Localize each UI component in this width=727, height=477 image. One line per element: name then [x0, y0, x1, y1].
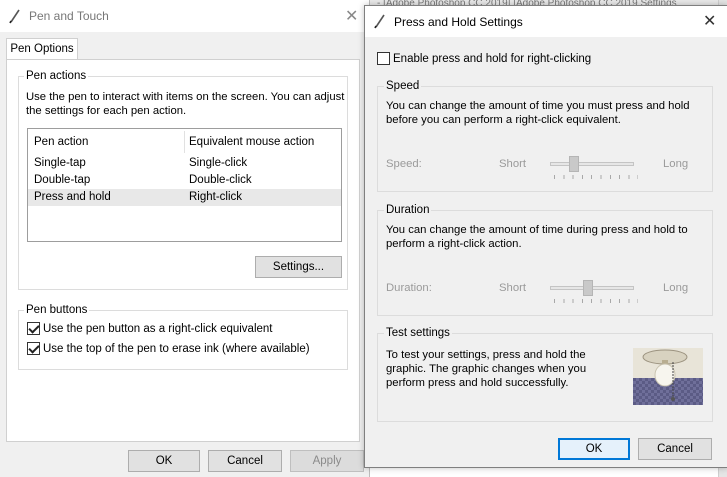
- right-click-option[interactable]: Use the pen button as a right-click equi…: [27, 322, 273, 335]
- mouse-action-cell: Single-click: [189, 157, 248, 169]
- speed-slider-track[interactable]: [550, 162, 634, 166]
- pen-icon: [373, 13, 387, 32]
- table-row[interactable]: Double-tap Double-click: [28, 172, 341, 189]
- speed-description: You can change the amount of time you mu…: [386, 100, 690, 126]
- column-header-mouse-action[interactable]: Equivalent mouse action: [189, 136, 314, 148]
- table-header: Pen action Equivalent mouse action: [28, 129, 341, 155]
- column-divider: [184, 131, 185, 153]
- table-row-selected[interactable]: Press and hold Right-click: [28, 189, 341, 206]
- cancel-button[interactable]: Cancel: [638, 438, 712, 460]
- erase-ink-option-label: Use the top of the pen to erase ink (whe…: [43, 342, 310, 355]
- duration-slider-thumb[interactable]: [583, 280, 594, 296]
- pen-actions-description: Use the pen to interact with items on th…: [26, 91, 345, 117]
- press-and-hold-titlebar: Press and Hold Settings ✕: [365, 6, 727, 37]
- erase-ink-checkbox[interactable]: [27, 342, 40, 355]
- column-header-pen-action[interactable]: Pen action: [34, 136, 88, 148]
- close-icon[interactable]: ✕: [345, 6, 358, 26]
- pen-action-cell: Double-tap: [34, 174, 91, 186]
- speed-max-label: Long: [663, 158, 689, 170]
- ok-button[interactable]: OK: [558, 438, 630, 460]
- window-title: Pen and Touch: [29, 9, 109, 23]
- pen-and-touch-titlebar: Pen and Touch ✕: [0, 0, 369, 32]
- speed-label: Speed: [384, 80, 422, 92]
- settings-button[interactable]: Settings...: [255, 256, 342, 278]
- duration-description: You can change the amount of time during…: [386, 224, 688, 250]
- pen-actions-table[interactable]: Pen action Equivalent mouse action Singl…: [27, 128, 342, 242]
- cancel-button[interactable]: Cancel: [208, 450, 282, 472]
- pen-actions-label: Pen actions: [24, 70, 89, 82]
- dialog-title: Press and Hold Settings: [394, 15, 523, 29]
- pen-buttons-group: [18, 310, 348, 370]
- enable-press-hold-label: Enable press and hold for right-clicking: [393, 52, 592, 65]
- speed-min-label: Short: [499, 158, 527, 170]
- enable-press-hold-option[interactable]: Enable press and hold for right-clicking: [377, 52, 591, 65]
- table-row[interactable]: Single-tap Single-click: [28, 155, 341, 172]
- duration-max-label: Long: [663, 282, 689, 294]
- duration-slider-label: Duration:: [386, 282, 432, 294]
- duration-label: Duration: [384, 204, 432, 216]
- erase-ink-option[interactable]: Use the top of the pen to erase ink (whe…: [27, 342, 310, 355]
- press-and-hold-dialog: Press and Hold Settings ✕ Enable press a…: [364, 5, 727, 468]
- right-click-checkbox[interactable]: [27, 322, 40, 335]
- pen-action-cell: Press and hold: [34, 191, 111, 203]
- test-settings-label: Test settings: [384, 327, 452, 339]
- speed-slider-thumb[interactable]: [568, 156, 579, 172]
- mouse-action-cell: Double-click: [189, 174, 252, 186]
- tab-pen-options[interactable]: Pen Options: [6, 38, 78, 60]
- pen-buttons-label: Pen buttons: [24, 304, 90, 316]
- ok-button[interactable]: OK: [128, 450, 200, 472]
- pen-and-touch-window: Pen and Touch ✕ Pen Options Pen actions …: [0, 0, 370, 477]
- apply-button[interactable]: Apply: [290, 450, 364, 472]
- duration-min-label: Short: [499, 282, 527, 294]
- speed-slider-label: Speed:: [386, 158, 422, 170]
- mouse-action-cell: Right-click: [189, 191, 243, 203]
- test-settings-description: To test your settings, press and hold th…: [386, 349, 587, 389]
- right-click-option-label: Use the pen button as a right-click equi…: [43, 322, 273, 335]
- enable-press-hold-checkbox[interactable]: [377, 52, 390, 65]
- pen-icon: [8, 8, 22, 27]
- speed-slider-ticks: [554, 175, 638, 179]
- duration-slider-ticks: [554, 299, 638, 303]
- light-bulb-image[interactable]: [633, 348, 703, 405]
- close-icon[interactable]: ✕: [703, 11, 716, 31]
- pen-action-cell: Single-tap: [34, 157, 86, 169]
